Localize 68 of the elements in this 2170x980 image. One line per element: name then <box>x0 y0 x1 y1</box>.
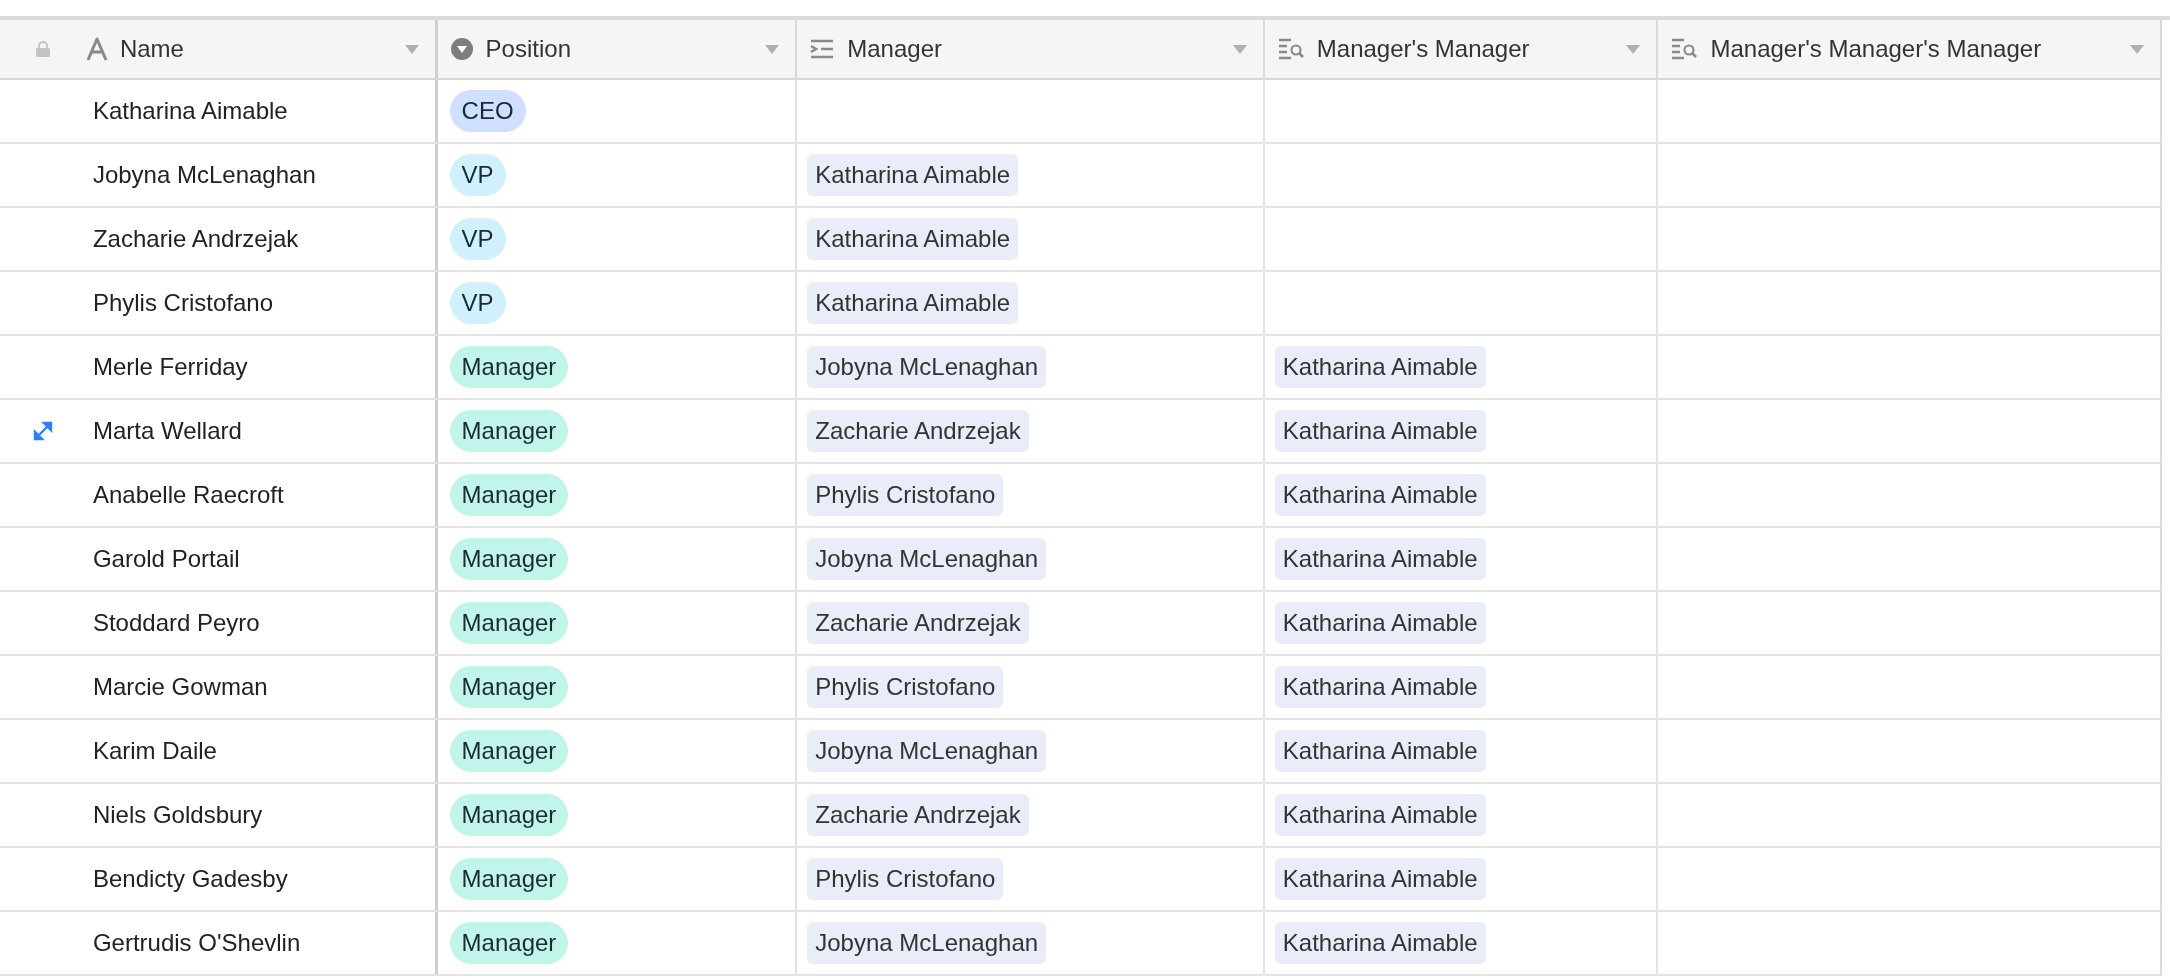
text-field-icon <box>85 37 108 61</box>
name-cell-text: Marcie Gowman <box>92 672 268 702</box>
name-cell-text: Anabelle Raecroft <box>92 480 284 510</box>
name-cell-text: Phylis Cristofano <box>92 288 273 318</box>
caret-icon[interactable] <box>1232 44 1247 54</box>
column-header[interactable]: Manager's Manager <box>1316 31 1530 67</box>
linked-record-chip[interactable]: Katharina Aimable <box>1274 410 1486 452</box>
position-tag: VP <box>449 218 506 260</box>
position-tag: VP <box>449 154 506 196</box>
column-header[interactable]: Position <box>485 31 571 67</box>
linked-list-icon <box>809 38 836 60</box>
position-tag: Manager <box>449 666 569 708</box>
name-cell-text: Karim Daile <box>92 736 217 766</box>
linked-record-chip[interactable]: Katharina Aimable <box>1274 922 1486 964</box>
name-cell-text: Garold Portail <box>92 544 240 574</box>
column-header[interactable]: Manager <box>847 31 942 67</box>
name-cell-text: Marta Wellard <box>92 416 242 446</box>
name-cell-text: Niels Goldsbury <box>92 800 263 830</box>
position-tag: Manager <box>449 474 569 516</box>
position-tag: VP <box>449 282 506 324</box>
linked-record-chip[interactable]: Katharina Aimable <box>1274 474 1486 516</box>
caret-icon[interactable] <box>2130 44 2144 54</box>
name-cell-text: Merle Ferriday <box>92 352 248 382</box>
position-tag: Manager <box>449 794 569 836</box>
linked-record-chip[interactable]: Zacharie Andrzejak <box>807 794 1029 836</box>
linked-record-chip[interactable]: Katharina Aimable <box>1274 602 1486 644</box>
position-tag: Manager <box>449 602 569 644</box>
caret-icon[interactable] <box>765 44 780 54</box>
expand-icon[interactable] <box>32 421 53 441</box>
linked-record-chip[interactable]: Phylis Cristofano <box>807 474 1004 516</box>
linked-record-chip[interactable]: Phylis Cristofano <box>807 666 1004 708</box>
linked-record-chip[interactable]: Phylis Cristofano <box>807 858 1004 900</box>
lookup-list-icon <box>1670 37 1699 61</box>
linked-record-chip[interactable]: Katharina Aimable <box>1274 794 1486 836</box>
position-tag: Manager <box>449 922 569 964</box>
linked-record-chip[interactable]: Zacharie Andrzejak <box>807 602 1029 644</box>
linked-record-chip[interactable]: Jobyna McLenaghan <box>807 922 1047 964</box>
position-tag: CEO <box>449 90 526 132</box>
linked-record-chip[interactable]: Katharina Aimable <box>807 282 1019 324</box>
linked-record-chip[interactable]: Jobyna McLenaghan <box>807 346 1047 388</box>
lookup-list-icon <box>1276 37 1305 61</box>
position-tag: Manager <box>449 730 569 772</box>
position-tag: Manager <box>449 346 569 388</box>
column-header[interactable]: Name <box>119 31 184 67</box>
position-tag: Manager <box>449 538 569 580</box>
linked-record-chip[interactable]: Zacharie Andrzejak <box>807 410 1029 452</box>
position-tag: Manager <box>449 858 569 900</box>
linked-record-chip[interactable]: Katharina Aimable <box>1274 346 1486 388</box>
caret-icon[interactable] <box>1626 44 1641 54</box>
name-cell-text: Gertrudis O'Shevlin <box>92 928 301 958</box>
linked-record-chip[interactable]: Katharina Aimable <box>1274 666 1486 708</box>
caret-icon[interactable] <box>404 44 419 54</box>
linked-record-chip[interactable]: Katharina Aimable <box>807 218 1019 260</box>
name-cell-text: Jobyna McLenaghan <box>92 160 316 190</box>
linked-record-chip[interactable]: Katharina Aimable <box>1274 538 1486 580</box>
linked-record-chip[interactable]: Jobyna McLenaghan <box>807 730 1047 772</box>
name-cell-text: Bendicty Gadesby <box>92 864 288 894</box>
name-cell-text: Katharina Aimable <box>92 96 288 126</box>
linked-record-chip[interactable]: Jobyna McLenaghan <box>807 538 1047 580</box>
name-cell-text: Stoddard Peyro <box>92 608 260 638</box>
linked-record-chip[interactable]: Katharina Aimable <box>1274 858 1486 900</box>
lock-icon <box>35 41 50 57</box>
dropdown-circle-icon <box>449 37 474 61</box>
linked-record-chip[interactable]: Katharina Aimable <box>807 154 1019 196</box>
name-cell-text: Zacharie Andrzejak <box>92 224 299 254</box>
column-header[interactable]: Manager's Manager's Manager <box>1710 31 2042 67</box>
linked-record-chip[interactable]: Katharina Aimable <box>1274 730 1486 772</box>
position-tag: Manager <box>449 410 569 452</box>
